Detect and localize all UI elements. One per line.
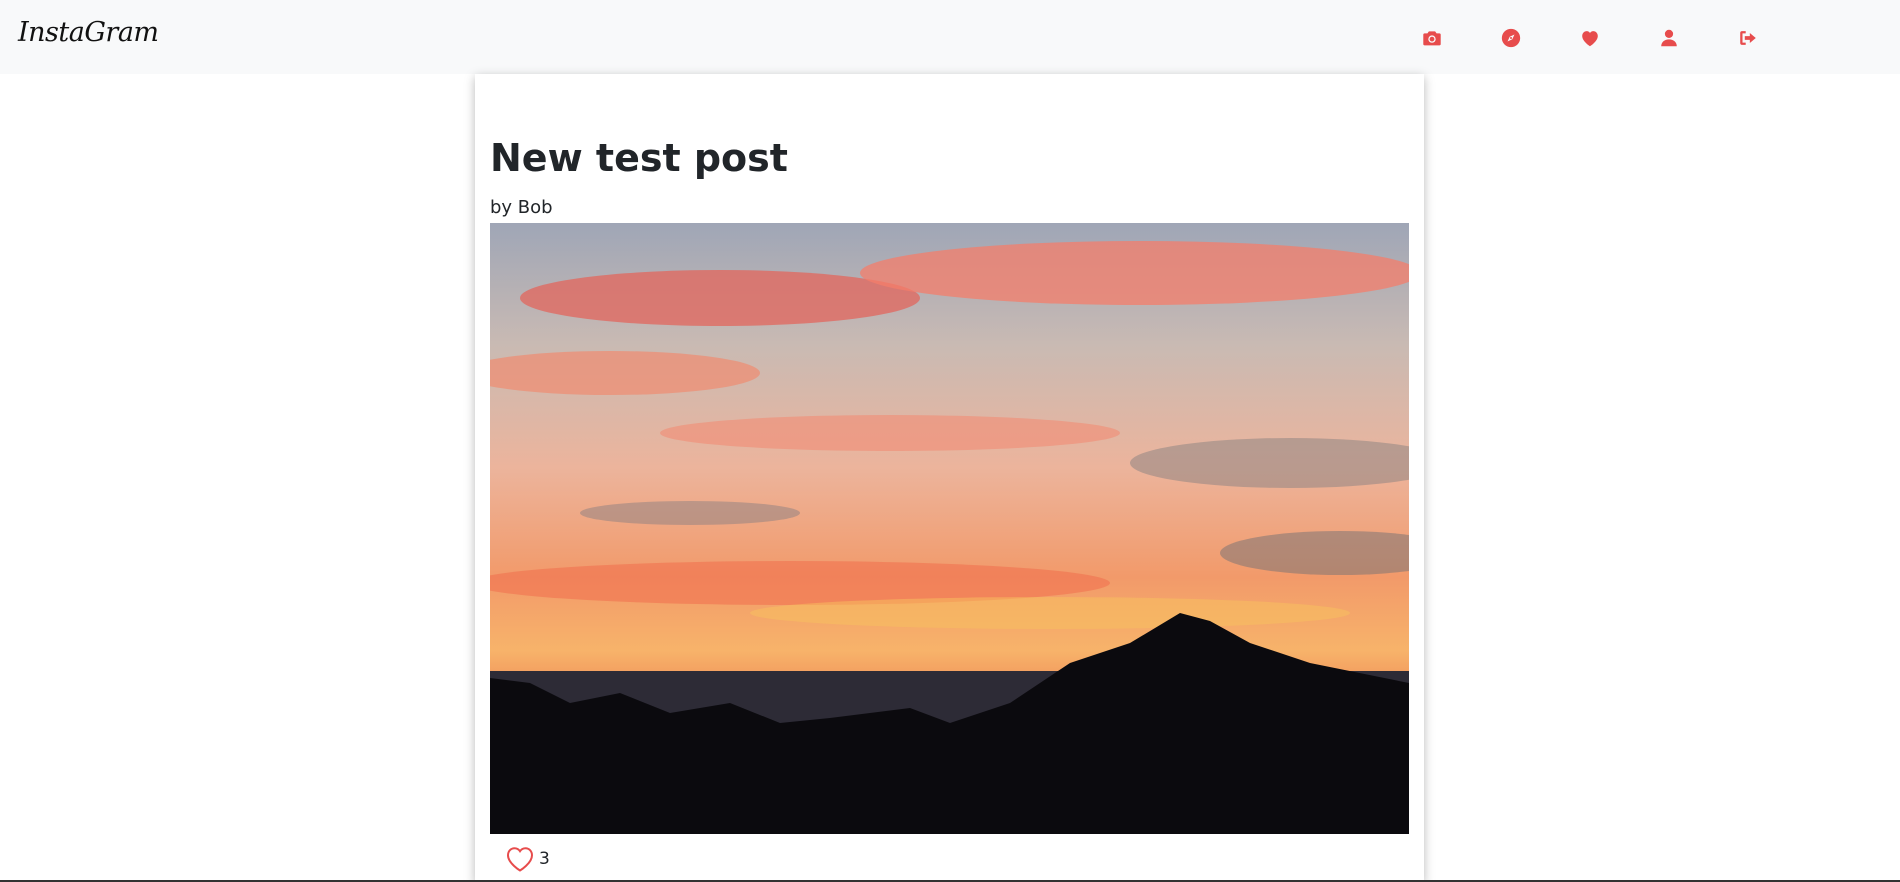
camera-icon[interactable] <box>1418 24 1446 52</box>
post-author: by Bob <box>490 197 553 218</box>
sign-out-icon[interactable] <box>1734 24 1762 52</box>
heart-outline-icon[interactable] <box>505 845 535 873</box>
nav-icons <box>1418 24 1813 52</box>
like-count: 3 <box>539 849 550 869</box>
top-navbar: InstaGram <box>0 0 1900 74</box>
heart-icon[interactable] <box>1576 24 1604 52</box>
user-icon[interactable] <box>1655 24 1683 52</box>
compass-icon[interactable] <box>1497 24 1525 52</box>
post-card: New test post by Bob 3 <box>475 74 1424 882</box>
likes-row: 3 <box>505 845 550 873</box>
post-title: New test post <box>490 136 788 180</box>
post-image[interactable] <box>490 223 1409 834</box>
brand-logo[interactable]: InstaGram <box>18 17 159 48</box>
